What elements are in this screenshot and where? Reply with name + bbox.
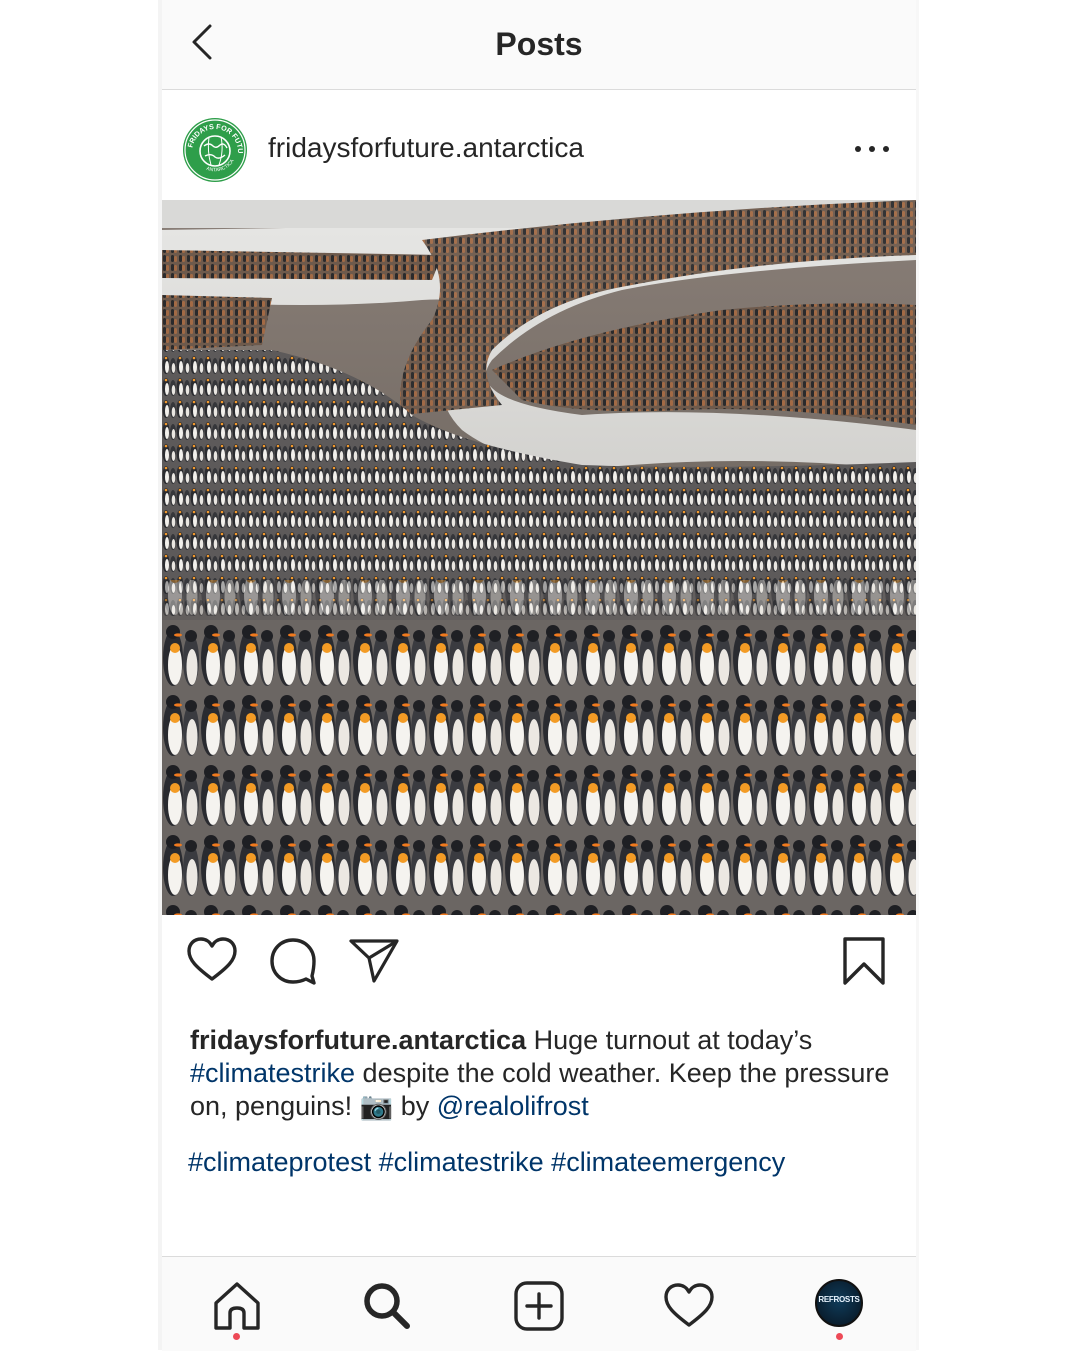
more-horizontal-icon	[855, 146, 889, 152]
share-button[interactable]	[348, 938, 400, 984]
caption-text: by	[393, 1091, 437, 1121]
home-icon	[214, 1282, 260, 1330]
comment-icon	[270, 938, 316, 985]
hashtag-line: #climateprotest #climatestrike #climatee…	[188, 1146, 888, 1179]
post-header: FRIDAYS FOR FUTURE ANTARCTICA fridaysfor…	[162, 90, 916, 200]
bottom-tab-bar: REFROSTS	[162, 1256, 916, 1351]
tab-activity[interactable]	[662, 1279, 716, 1333]
hashtag-link[interactable]: #climateprotest	[188, 1147, 371, 1177]
save-button[interactable]	[842, 936, 886, 986]
tab-new-post[interactable]	[512, 1279, 566, 1333]
post-username[interactable]: fridaysforfuture.antarctica	[268, 132, 584, 164]
caption-username[interactable]: fridaysforfuture.antarctica	[190, 1025, 526, 1055]
post-action-bar	[162, 928, 916, 998]
caption-mention[interactable]: @realolifrost	[437, 1091, 589, 1121]
account-avatar[interactable]: FRIDAYS FOR FUTURE ANTARCTICA	[183, 118, 247, 182]
top-navigation-bar: Posts	[162, 0, 916, 90]
edge-artifact	[1048, 1055, 1080, 1089]
caption-hashtag[interactable]: #climatestrike	[190, 1058, 355, 1088]
heart-icon	[664, 1283, 714, 1327]
profile-notification-dot	[836, 1333, 843, 1340]
comment-button[interactable]	[268, 936, 318, 986]
hashtag-link[interactable]: #climatestrike	[379, 1147, 544, 1177]
like-button[interactable]	[186, 936, 238, 984]
tab-profile-avatar[interactable]: REFROSTS	[815, 1279, 863, 1327]
paper-plane-icon	[349, 939, 399, 983]
search-icon	[364, 1283, 410, 1329]
caption-text: Huge turnout at today’s	[526, 1025, 813, 1055]
fridays-for-future-logo-icon: FRIDAYS FOR FUTURE ANTARCTICA	[183, 118, 246, 181]
heart-icon	[187, 937, 237, 981]
post-photo[interactable]	[162, 200, 916, 915]
right-edge-strip	[916, 0, 919, 1350]
hashtag-link[interactable]: #climateemergency	[551, 1147, 785, 1177]
home-notification-dot	[233, 1333, 240, 1340]
add-post-icon	[514, 1281, 564, 1331]
page-title: Posts	[495, 26, 583, 62]
profile-avatar-text: REFROSTS	[818, 1295, 860, 1304]
tab-home[interactable]	[210, 1279, 264, 1333]
more-options-button[interactable]	[852, 134, 892, 164]
post-caption: fridaysforfuture.antarctica Huge turnout…	[190, 1024, 890, 1123]
bookmark-icon	[843, 937, 885, 985]
penguin-colony-image	[162, 200, 916, 915]
instagram-post-screen: Posts FRIDAYS FOR FUTURE ANTARCTICA	[162, 0, 916, 1351]
camera-emoji-icon: 📷	[359, 1091, 394, 1121]
tab-search[interactable]	[360, 1279, 414, 1333]
